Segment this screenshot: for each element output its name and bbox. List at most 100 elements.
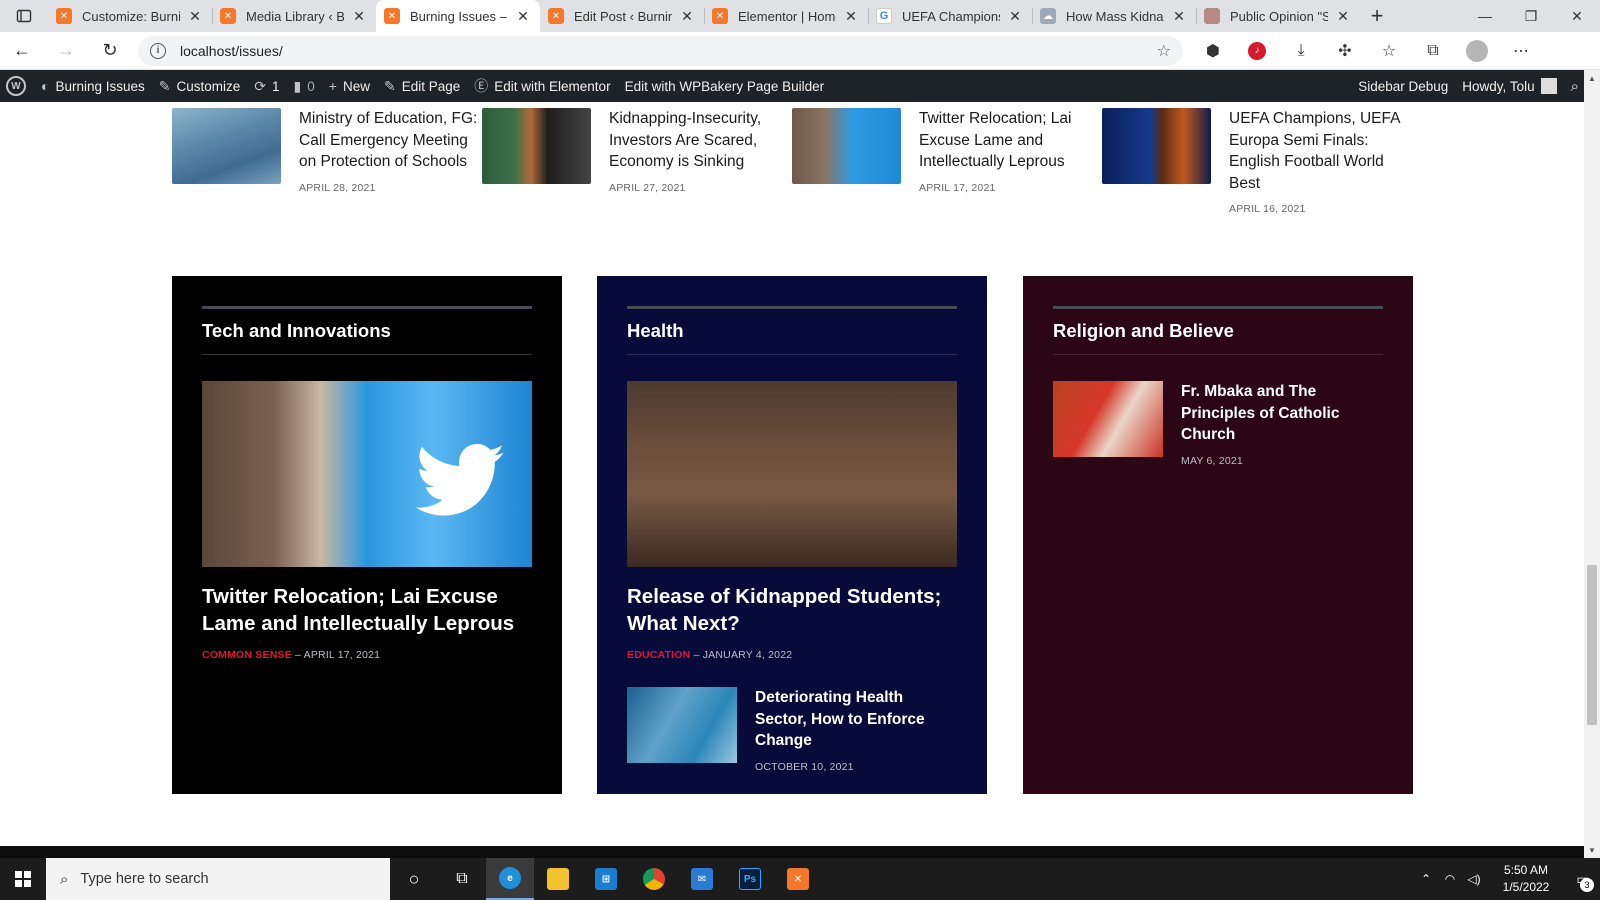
post-thumbnail[interactable] bbox=[482, 108, 591, 184]
extensions-puzzle-icon[interactable]: ✣ bbox=[1323, 32, 1367, 70]
category-link[interactable]: COMMON SENSE bbox=[202, 649, 292, 661]
browser-tab[interactable]: ✕ Elementor | Homepage ✕ bbox=[704, 0, 868, 32]
browser-tab[interactable]: Public Opinion "Slap ✕ bbox=[1196, 0, 1360, 32]
post-title[interactable]: UEFA Champions, UEFA Europa Semi Finals:… bbox=[1229, 108, 1412, 194]
wordpress-logo-icon[interactable]: W bbox=[6, 76, 26, 96]
wp-updates[interactable]: ⟳ 1 bbox=[247, 70, 286, 102]
wp-sidebar-debug[interactable]: Sidebar Debug bbox=[1351, 70, 1455, 102]
panel-heading[interactable]: Tech and Innovations bbox=[202, 309, 532, 355]
tab-actions-button[interactable] bbox=[0, 0, 48, 32]
cortana-icon[interactable]: ○ bbox=[390, 858, 438, 900]
post-thumbnail[interactable] bbox=[1053, 381, 1163, 457]
post-title[interactable]: Deteriorating Health Sector, How to Enfo… bbox=[755, 687, 957, 752]
store-icon[interactable]: ⊞ bbox=[582, 858, 630, 900]
edge-browser-icon[interactable]: e bbox=[486, 858, 534, 900]
info-icon[interactable]: i bbox=[150, 42, 166, 59]
ps-logo-icon: Ps bbox=[739, 868, 761, 890]
browser-tab[interactable]: ✕ Media Library ‹ Burning Issues ✕ bbox=[212, 0, 376, 32]
wp-howdy-user[interactable]: Howdy, Tolu bbox=[1455, 70, 1563, 102]
wp-edit-wpbakery[interactable]: Edit with WPBakery Page Builder bbox=[618, 70, 832, 102]
post-title[interactable]: Fr. Mbaka and The Principles of Catholic… bbox=[1181, 381, 1383, 446]
xampp-taskbar-icon[interactable]: ✕ bbox=[774, 858, 822, 900]
scrollbar-thumb[interactable] bbox=[1587, 565, 1597, 725]
wp-search[interactable]: ⌕ bbox=[1564, 70, 1586, 102]
search-icon: ⌕ bbox=[60, 870, 69, 888]
scroll-up-icon[interactable]: ▲ bbox=[1584, 70, 1600, 86]
panel-heading[interactable]: Religion and Believe bbox=[1053, 309, 1383, 355]
collections-icon[interactable]: ⧉ bbox=[1411, 32, 1455, 70]
refresh-icon[interactable]: ↻ bbox=[88, 32, 132, 70]
new-label: New bbox=[342, 78, 370, 94]
close-window-icon[interactable]: ✕ bbox=[1554, 0, 1600, 32]
wp-site-name[interactable]: ◐ Burning Issues bbox=[34, 70, 152, 102]
notification-center-icon[interactable]: ▭ 3 bbox=[1566, 858, 1600, 900]
page-scrollbar[interactable]: ▲ ▼ bbox=[1584, 70, 1600, 858]
more-menu-icon[interactable]: ⋯ bbox=[1499, 32, 1543, 70]
browser-tab-active[interactable]: ✕ Burning Issues – Just another ✕ bbox=[376, 0, 540, 32]
recent-post[interactable]: Ministry of Education, FG: Call Emergenc… bbox=[172, 108, 482, 215]
address-bar[interactable]: i localhost/issues/ ☆ bbox=[138, 35, 1183, 66]
cube-extension-icon[interactable]: ⬢ bbox=[1191, 32, 1235, 70]
list-item[interactable]: Deteriorating Health Sector, How to Enfo… bbox=[627, 687, 957, 773]
favorites-icon[interactable]: ☆ bbox=[1367, 32, 1411, 70]
add-favorite-icon[interactable]: ☆ bbox=[1157, 41, 1171, 61]
back-icon[interactable]: ← bbox=[0, 32, 44, 70]
music-extension-icon[interactable]: ♪ bbox=[1235, 32, 1279, 70]
scroll-down-icon[interactable]: ▼ bbox=[1584, 842, 1600, 858]
post-thumbnail[interactable] bbox=[172, 108, 281, 184]
wp-edit-page[interactable]: ✎ Edit Page bbox=[377, 70, 467, 102]
photoshop-icon[interactable]: Ps bbox=[726, 858, 774, 900]
network-icon[interactable]: ◠ bbox=[1438, 872, 1462, 886]
start-button[interactable] bbox=[0, 858, 46, 900]
featured-image[interactable] bbox=[627, 381, 957, 567]
clock[interactable]: 5:50 AM 1/5/2022 bbox=[1486, 862, 1566, 896]
post-date: OCTOBER 10, 2021 bbox=[755, 760, 854, 773]
browser-tab[interactable]: G UEFA Champions league ✕ bbox=[868, 0, 1032, 32]
browser-tab[interactable]: ✕ Customize: Burning Issues ✕ bbox=[48, 0, 212, 32]
panel-heading[interactable]: Health bbox=[627, 309, 957, 355]
post-date: APRIL 16, 2021 bbox=[1229, 203, 1306, 215]
close-icon[interactable]: ✕ bbox=[1334, 7, 1352, 25]
volume-icon[interactable]: ◁) bbox=[1462, 872, 1486, 886]
post-title[interactable]: Twitter Relocation; Lai Excuse Lame and … bbox=[919, 108, 1102, 173]
task-view-icon[interactable]: ⧉ bbox=[438, 858, 486, 900]
browser-tab[interactable]: ☁ How Mass Kidnapping ✕ bbox=[1032, 0, 1196, 32]
chevron-up-icon[interactable]: ⌃ bbox=[1414, 872, 1438, 886]
featured-post-title[interactable]: Release of Kidnapped Students; What Next… bbox=[627, 583, 957, 637]
post-thumbnail[interactable] bbox=[792, 108, 901, 184]
close-icon[interactable]: ✕ bbox=[1170, 7, 1188, 25]
wp-new[interactable]: + New bbox=[322, 70, 377, 102]
post-thumbnail[interactable] bbox=[1102, 108, 1211, 184]
browser-tab[interactable]: ✕ Edit Post ‹ Burning Issues ✕ bbox=[540, 0, 704, 32]
close-icon[interactable]: ✕ bbox=[1006, 7, 1024, 25]
restore-icon[interactable]: ❐ bbox=[1508, 0, 1554, 32]
wp-edit-elementor[interactable]: Ⓔ Edit with Elementor bbox=[467, 70, 617, 102]
minimize-icon[interactable]: — bbox=[1462, 0, 1508, 32]
featured-post-title[interactable]: Twitter Relocation; Lai Excuse Lame and … bbox=[202, 583, 532, 637]
chrome-icon[interactable] bbox=[630, 858, 678, 900]
close-icon[interactable]: ✕ bbox=[514, 7, 532, 25]
post-title[interactable]: Ministry of Education, FG: Call Emergenc… bbox=[299, 108, 482, 173]
post-thumbnail[interactable] bbox=[627, 687, 737, 763]
profile-button[interactable] bbox=[1455, 32, 1499, 70]
recent-post[interactable]: Kidnapping-Insecurity, Investors Are Sca… bbox=[482, 108, 792, 215]
file-explorer-icon[interactable] bbox=[534, 858, 582, 900]
featured-image[interactable] bbox=[202, 381, 532, 567]
close-icon[interactable]: ✕ bbox=[842, 7, 860, 25]
forward-icon[interactable]: → bbox=[44, 32, 88, 70]
download-icon[interactable]: ⤓ bbox=[1279, 32, 1323, 70]
windows-logo-icon bbox=[15, 871, 31, 887]
post-title[interactable]: Kidnapping-Insecurity, Investors Are Sca… bbox=[609, 108, 792, 173]
new-tab-button[interactable]: + bbox=[1360, 0, 1394, 32]
mail-icon[interactable]: ✉ bbox=[678, 858, 726, 900]
recent-post[interactable]: Twitter Relocation; Lai Excuse Lame and … bbox=[792, 108, 1102, 215]
category-link[interactable]: EDUCATION bbox=[627, 649, 690, 661]
wp-customize[interactable]: ✎ Customize bbox=[152, 70, 248, 102]
close-icon[interactable]: ✕ bbox=[350, 7, 368, 25]
wp-comments[interactable]: ▮ 0 bbox=[287, 70, 322, 102]
taskbar-search[interactable]: ⌕ Type here to search bbox=[46, 858, 390, 900]
recent-post[interactable]: UEFA Champions, UEFA Europa Semi Finals:… bbox=[1102, 108, 1412, 215]
close-icon[interactable]: ✕ bbox=[186, 7, 204, 25]
list-item[interactable]: Fr. Mbaka and The Principles of Catholic… bbox=[1053, 381, 1383, 467]
close-icon[interactable]: ✕ bbox=[678, 7, 696, 25]
